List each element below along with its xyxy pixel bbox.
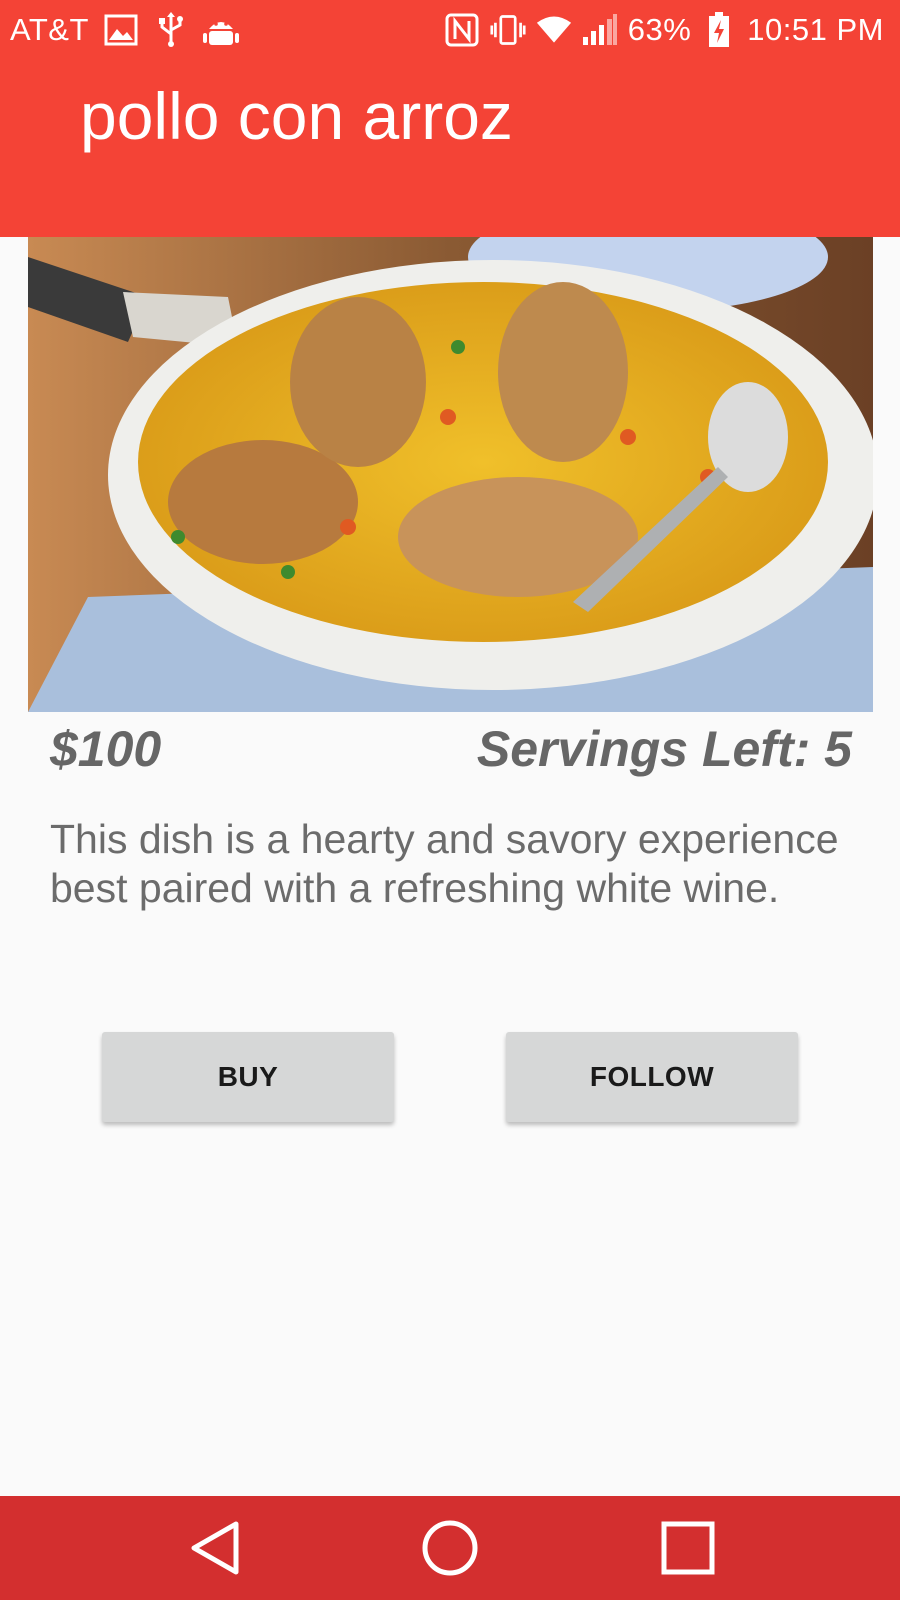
buy-button[interactable]: BUY	[102, 1032, 394, 1122]
page-title: pollo con arroz	[80, 79, 513, 153]
status-bar: AT&T 63% 10:51 PM	[0, 0, 900, 64]
dish-photo	[28, 237, 873, 712]
home-icon[interactable]	[420, 1518, 480, 1578]
android-debug-icon	[202, 12, 239, 48]
nfc-icon	[444, 12, 480, 48]
servings-left-label: Servings Left: 5	[476, 721, 852, 777]
vibrate-icon	[490, 12, 526, 48]
clock: 10:51 PM	[747, 12, 884, 47]
navigation-bar	[0, 1496, 900, 1600]
battery-charging-icon	[701, 12, 737, 48]
back-icon[interactable]	[186, 1518, 246, 1578]
dish-description: This dish is a hearty and savory experie…	[50, 816, 839, 911]
carrier-label: AT&T	[10, 12, 89, 47]
app-bar: AT&T 63% 10:51 PM pollo con arroz	[0, 0, 900, 237]
follow-button[interactable]: FOLLOW	[506, 1032, 798, 1122]
image-icon	[103, 12, 139, 48]
usb-icon	[153, 12, 189, 48]
price-label: $100	[50, 721, 162, 777]
recents-icon[interactable]	[658, 1518, 718, 1578]
signal-icon	[582, 12, 618, 48]
battery-percent: 63%	[627, 12, 692, 47]
wifi-icon	[536, 12, 572, 48]
